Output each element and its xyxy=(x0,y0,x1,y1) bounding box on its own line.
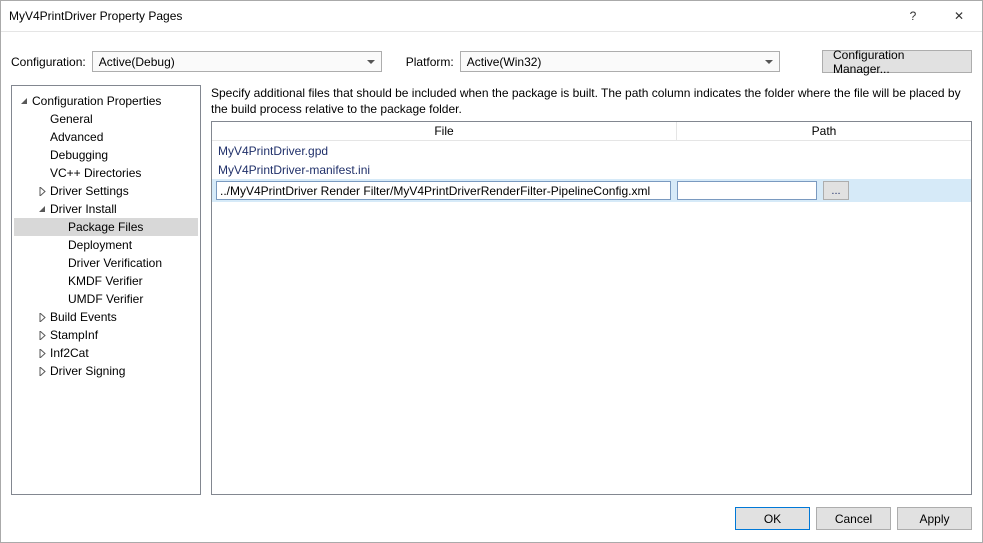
tree-item[interactable]: Package Files xyxy=(14,218,198,236)
expand-icon[interactable] xyxy=(36,329,49,342)
tree-item[interactable]: StampInf xyxy=(14,326,198,344)
tree-item[interactable]: General xyxy=(14,110,198,128)
grid-body: MyV4PrintDriver.gpd MyV4PrintDriver-manif… xyxy=(212,141,971,494)
expand-icon[interactable] xyxy=(36,347,49,360)
browse-button[interactable]: ... xyxy=(823,181,849,200)
config-row: Configuration: Active(Debug) Platform: A… xyxy=(1,32,982,81)
tree-spacer xyxy=(36,149,49,162)
grid-row-editing[interactable]: ... xyxy=(212,179,971,202)
configuration-manager-button[interactable]: Configuration Manager... xyxy=(822,50,972,73)
tree-item[interactable]: VC++ Directories xyxy=(14,164,198,182)
tree-item-label: UMDF Verifier xyxy=(68,292,143,306)
tree-item[interactable]: Build Events xyxy=(14,308,198,326)
tree-item[interactable]: Driver Signing xyxy=(14,362,198,380)
grid-header: File Path xyxy=(212,122,971,141)
column-header-path[interactable]: Path xyxy=(677,122,971,140)
cancel-button[interactable]: Cancel xyxy=(816,507,891,530)
category-tree[interactable]: Configuration Properties General Advanced D… xyxy=(11,85,201,495)
tree-item-label: VC++ Directories xyxy=(50,166,141,180)
tree-item[interactable]: Driver Settings xyxy=(14,182,198,200)
ok-button[interactable]: OK xyxy=(735,507,810,530)
platform-label: Platform: xyxy=(406,55,454,69)
tree-item-label: Driver Install xyxy=(50,202,117,216)
titlebar: MyV4PrintDriver Property Pages ? ✕ xyxy=(1,1,982,32)
file-input[interactable] xyxy=(216,181,671,200)
tree-item-label: Build Events xyxy=(50,310,117,324)
tree-spacer xyxy=(36,167,49,180)
cell-file: MyV4PrintDriver.gpd xyxy=(218,144,328,158)
description-text: Specify additional files that should be … xyxy=(211,85,972,117)
tree-spacer xyxy=(54,293,67,306)
tree-item-label: StampInf xyxy=(50,328,98,342)
tree-item-label: Deployment xyxy=(68,238,132,252)
collapse-icon[interactable] xyxy=(36,203,49,216)
cell-file-edit xyxy=(216,181,671,200)
tree-spacer xyxy=(36,131,49,144)
expand-icon[interactable] xyxy=(36,311,49,324)
tree-item[interactable]: Deployment xyxy=(14,236,198,254)
path-input[interactable] xyxy=(677,181,817,200)
collapse-icon[interactable] xyxy=(18,95,31,108)
column-header-file[interactable]: File xyxy=(212,122,677,140)
dialog-footer: OK Cancel Apply xyxy=(1,497,982,542)
grid-row[interactable]: MyV4PrintDriver-manifest.ini xyxy=(212,160,971,179)
tree-item-label: KMDF Verifier xyxy=(68,274,143,288)
window-title: MyV4PrintDriver Property Pages xyxy=(1,9,890,23)
content-panel: Specify additional files that should be … xyxy=(211,85,972,495)
tree-spacer xyxy=(54,239,67,252)
tree-item-label: Inf2Cat xyxy=(50,346,89,360)
tree-item-label: Driver Signing xyxy=(50,364,125,378)
tree-spacer xyxy=(54,275,67,288)
tree-spacer xyxy=(36,113,49,126)
tree-item-label: General xyxy=(50,112,93,126)
configuration-combo[interactable]: Active(Debug) xyxy=(92,51,382,72)
cell-file: MyV4PrintDriver-manifest.ini xyxy=(218,163,370,177)
tree-item-label: Advanced xyxy=(50,130,103,144)
tree-item-label: Driver Settings xyxy=(50,184,129,198)
tree-spacer xyxy=(54,257,67,270)
tree-item[interactable]: Advanced xyxy=(14,128,198,146)
tree-item-label: Debugging xyxy=(50,148,108,162)
tree-item[interactable]: Inf2Cat xyxy=(14,344,198,362)
dialog-window: MyV4PrintDriver Property Pages ? ✕ Confi… xyxy=(0,0,983,543)
apply-button[interactable]: Apply xyxy=(897,507,972,530)
file-grid: File Path MyV4PrintDriver.gpdMyV4PrintDr… xyxy=(211,121,972,495)
expand-icon[interactable] xyxy=(36,185,49,198)
main-area: Configuration Properties General Advanced D… xyxy=(1,81,982,497)
tree-item[interactable]: Debugging xyxy=(14,146,198,164)
tree-item[interactable]: Driver Install xyxy=(14,200,198,218)
tree-item-label: Configuration Properties xyxy=(32,94,161,108)
cell-path-edit: ... xyxy=(677,181,971,200)
tree-item-label: Driver Verification xyxy=(68,256,162,270)
help-button[interactable]: ? xyxy=(890,1,936,31)
tree-item[interactable]: Driver Verification xyxy=(14,254,198,272)
close-button[interactable]: ✕ xyxy=(936,1,982,31)
tree-item-root[interactable]: Configuration Properties xyxy=(14,92,198,110)
tree-item[interactable]: UMDF Verifier xyxy=(14,290,198,308)
platform-combo[interactable]: Active(Win32) xyxy=(460,51,780,72)
platform-value: Active(Win32) xyxy=(467,55,542,69)
configuration-value: Active(Debug) xyxy=(99,55,175,69)
tree-spacer xyxy=(54,221,67,234)
expand-icon[interactable] xyxy=(36,365,49,378)
configuration-label: Configuration: xyxy=(11,55,86,69)
tree-item-label: Package Files xyxy=(68,220,143,234)
grid-row[interactable]: MyV4PrintDriver.gpd xyxy=(212,141,971,160)
tree-item[interactable]: KMDF Verifier xyxy=(14,272,198,290)
